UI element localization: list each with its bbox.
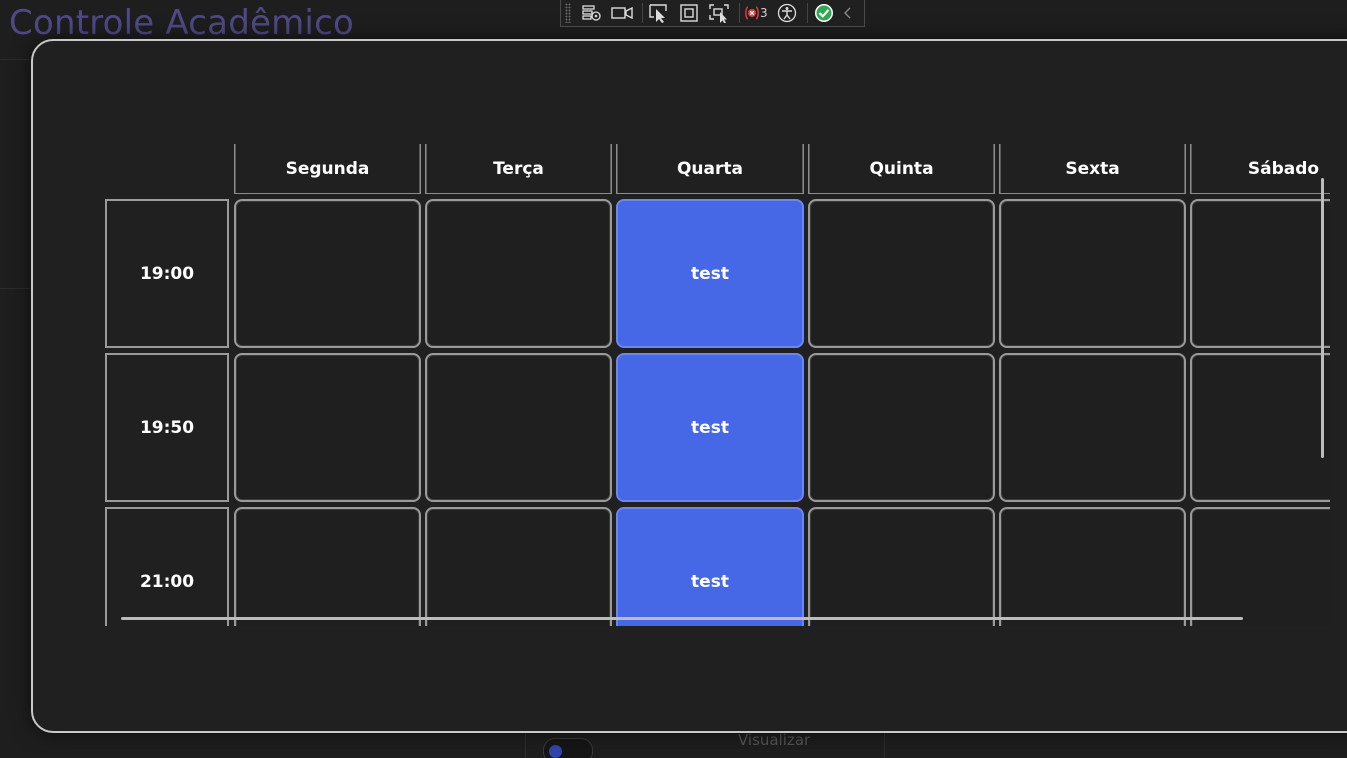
schedule-slot[interactable] <box>234 507 421 626</box>
schedule-slot-filled[interactable]: test <box>616 507 804 626</box>
day-header-quarta: Quarta <box>616 144 804 194</box>
schedule-slot-filled[interactable]: test <box>616 353 804 502</box>
binding-failures-icon[interactable] <box>743 2 761 24</box>
background-toggle-label: Visualizar <box>738 731 811 749</box>
app-title: Controle Acadêmico <box>9 3 354 43</box>
schedule-slot[interactable] <box>1190 353 1330 502</box>
schedule-slot[interactable] <box>425 353 612 502</box>
schedule-slot[interactable] <box>425 507 612 626</box>
live-visual-tree-icon[interactable] <box>579 2 605 24</box>
schedule-slot[interactable] <box>1190 507 1330 626</box>
background-toggle[interactable] <box>543 738 593 758</box>
day-header-sabado: Sábado <box>1190 144 1330 194</box>
schedule-slot[interactable] <box>999 353 1186 502</box>
day-header-quinta: Quinta <box>808 144 995 194</box>
time-cell: 19:00 <box>105 199 229 348</box>
schedule-slot[interactable] <box>1190 199 1330 348</box>
schedule-slot[interactable] <box>808 353 995 502</box>
vertical-scrollbar[interactable] <box>1321 178 1324 458</box>
display-layout-adorners-icon[interactable] <box>676 2 702 24</box>
accessibility-icon[interactable] <box>774 2 800 24</box>
toolbar-grip[interactable] <box>565 3 571 23</box>
day-header-sexta: Sexta <box>999 144 1186 194</box>
schedule-grid: Segunda Terça Quarta Quinta Sexta Sábado… <box>103 144 1330 626</box>
checkmark-icon[interactable] <box>811 2 837 24</box>
schedule-slot[interactable] <box>999 507 1186 626</box>
app-window: Controle Acadêmico Visualizar 3 Segunda … <box>0 0 1347 758</box>
schedule-slot-filled[interactable]: test <box>616 199 804 348</box>
schedule-slot[interactable] <box>808 507 995 626</box>
select-element-icon[interactable] <box>646 2 672 24</box>
toolbar-separator <box>739 3 740 23</box>
schedule-slot[interactable] <box>999 199 1186 348</box>
record-icon[interactable] <box>609 2 635 24</box>
debug-toolbar: 3 <box>560 0 865 27</box>
day-header-terca: Terça <box>425 144 612 194</box>
track-focus-icon[interactable] <box>706 2 732 24</box>
horizontal-scrollbar[interactable] <box>121 617 1243 620</box>
time-cell: 19:50 <box>105 353 229 502</box>
time-cell: 21:00 <box>105 507 229 626</box>
schedule-slot[interactable] <box>234 199 421 348</box>
schedule-slot[interactable] <box>234 353 421 502</box>
day-header-segunda: Segunda <box>234 144 421 194</box>
collapse-chevron-icon[interactable] <box>841 2 855 24</box>
schedule-slot[interactable] <box>808 199 995 348</box>
binding-failures-count: 3 <box>760 6 768 20</box>
toolbar-separator <box>642 3 643 23</box>
toolbar-separator <box>806 3 808 23</box>
toggle-knob <box>549 745 562 758</box>
schedule-slot[interactable] <box>425 199 612 348</box>
